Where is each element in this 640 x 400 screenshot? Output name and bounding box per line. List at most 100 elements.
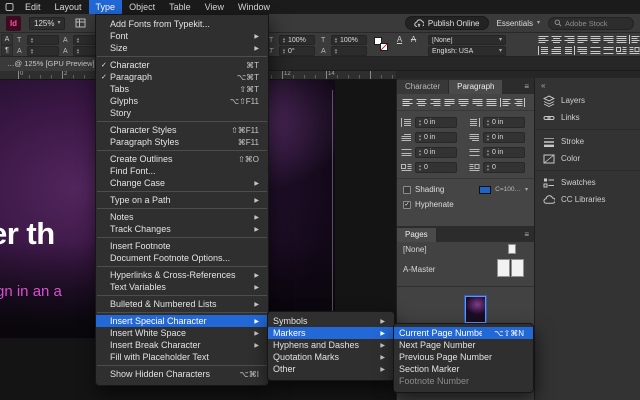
justify-left-icon[interactable] (577, 35, 588, 44)
app-menu-icon[interactable] (0, 0, 18, 14)
menu-table[interactable]: Table (162, 0, 198, 14)
leading-field[interactable]: ▲▼ (27, 46, 59, 56)
justify-all-icon[interactable] (616, 35, 627, 44)
collapse-panels-icon[interactable]: « (541, 81, 545, 90)
submenu-item-symbols[interactable]: Symbols▶ (268, 315, 394, 327)
tab-character[interactable]: Character (397, 80, 449, 94)
style-dropdown[interactable]: [None] ▾ (428, 35, 506, 45)
space-after-field[interactable]: ▲▼0 in (483, 147, 525, 158)
spinner-icon[interactable]: ▲▼ (334, 37, 338, 44)
submenu-item-quotation-marks[interactable]: Quotation Marks▶ (268, 351, 394, 363)
justify-left-button[interactable] (444, 98, 455, 107)
menu-item-insert-footnote[interactable]: Insert Footnote (96, 240, 268, 252)
dock-item-stroke[interactable]: Stroke (535, 133, 640, 150)
fill-stroke-swatches[interactable] (374, 37, 390, 53)
align-right-button[interactable] (430, 98, 441, 107)
master-none-row[interactable]: [None] (397, 242, 534, 256)
first-line-indent-icon[interactable] (551, 46, 562, 55)
workspace-switcher[interactable]: Essentials ▾ (497, 19, 540, 28)
submenu-item-hyphens-and-dashes[interactable]: Hyphens and Dashes▶ (268, 339, 394, 351)
panel-menu-icon[interactable]: ≡ (519, 228, 534, 242)
submenu-item-other[interactable]: Other▶ (268, 363, 394, 375)
justify-center-icon[interactable] (590, 35, 601, 44)
justify-right-icon[interactable] (603, 35, 614, 44)
underline-button[interactable]: A (394, 34, 405, 45)
menu-item-track-changes[interactable]: Track Changes▶ (96, 223, 268, 235)
menu-item-notes[interactable]: Notes▶ (96, 211, 268, 223)
skew-field[interactable]: ▲▼ 0° (279, 46, 315, 56)
drop-cap-chars-field[interactable]: ▲▼0 (483, 162, 525, 173)
align-away-spine-button[interactable] (514, 98, 525, 107)
dock-item-color[interactable]: Color (535, 150, 640, 167)
panel-menu-icon[interactable]: ≡ (519, 80, 534, 94)
justify-all-button[interactable] (486, 98, 497, 107)
menu-item-character[interactable]: ✓Character⌘T (96, 59, 268, 71)
menu-item-fill-with-placeholder-text[interactable]: Fill with Placeholder Text (96, 351, 268, 363)
align-left-button[interactable] (402, 98, 413, 107)
dock-item-links[interactable]: Links (535, 109, 640, 126)
spinner-icon[interactable]: ▲▼ (282, 37, 286, 44)
dock-item-cc-libraries[interactable]: CC Libraries (535, 191, 640, 208)
menu-item-document-footnote-options[interactable]: Document Footnote Options... (96, 252, 268, 264)
spinner-icon[interactable]: ▲▼ (282, 48, 286, 55)
menu-item-insert-special-character[interactable]: Insert Special Character▶ (96, 315, 268, 327)
stock-search[interactable] (548, 17, 634, 30)
menu-item-bulleted-numbered-lists[interactable]: Bulleted & Numbered Lists▶ (96, 298, 268, 310)
align-center-icon[interactable] (551, 35, 562, 44)
spinner-icon[interactable]: ▲▼ (418, 119, 422, 126)
baseline-shift-field[interactable]: ▲▼ (331, 46, 367, 56)
tab-paragraph[interactable]: Paragraph (449, 80, 503, 94)
align-left-icon[interactable] (538, 35, 549, 44)
menu-item-paragraph[interactable]: ✓Paragraph⌥⌘T (96, 71, 268, 83)
menu-window[interactable]: Window (231, 0, 277, 14)
menu-item-size[interactable]: Size▶ (96, 42, 268, 54)
drop-cap-lines-field[interactable]: ▲▼0 (415, 162, 457, 173)
spinner-icon[interactable]: ▲▼ (418, 149, 422, 156)
spinner-icon[interactable]: ▲▼ (30, 37, 34, 44)
align-toward-spine-icon[interactable] (629, 35, 640, 44)
align-center-button[interactable] (416, 98, 427, 107)
space-before-field[interactable]: ▲▼0 in (415, 147, 457, 158)
spinner-icon[interactable]: ▲▼ (486, 134, 490, 141)
menu-item-section-marker[interactable]: Section Marker (394, 363, 533, 375)
menu-item-insert-white-space[interactable]: Insert White Space▶ (96, 327, 268, 339)
drop-cap-chars-icon[interactable] (629, 46, 640, 55)
dock-item-swatches[interactable]: Swatches (535, 174, 640, 191)
submenu-item-markers[interactable]: Markers▶ (268, 327, 394, 339)
last-line-indent-icon[interactable] (577, 46, 588, 55)
justify-right-button[interactable] (472, 98, 483, 107)
menu-item-next-page-number[interactable]: Next Page Number (394, 339, 533, 351)
shading-checkbox[interactable] (403, 186, 411, 194)
drop-cap-lines-icon[interactable] (616, 46, 627, 55)
spinner-icon[interactable]: ▲▼ (418, 164, 422, 171)
align-toward-spine-button[interactable] (500, 98, 511, 107)
spinner-icon[interactable]: ▲▼ (76, 37, 80, 44)
menu-item-glyphs[interactable]: Glyphs⌥⇧F11 (96, 95, 268, 107)
menu-item-find-font[interactable]: Find Font... (96, 165, 268, 177)
menu-item-paragraph-styles[interactable]: Paragraph Styles⌘F11 (96, 136, 268, 148)
shading-color-swatch[interactable] (479, 186, 491, 194)
character-mode-button[interactable]: A (1, 34, 13, 45)
menu-item-font[interactable]: Font▶ (96, 30, 268, 42)
menu-item-create-outlines[interactable]: Create Outlines⇧⌘O (96, 153, 268, 165)
language-dropdown[interactable]: English: USA ▾ (428, 46, 506, 56)
spinner-icon[interactable]: ▲▼ (30, 48, 34, 55)
menu-edit[interactable]: Edit (18, 0, 48, 14)
menu-item-show-hidden-characters[interactable]: Show Hidden Characters⌥⌘I (96, 368, 268, 380)
search-input[interactable] (565, 19, 628, 28)
page-1-thumbnail[interactable] (465, 296, 486, 323)
menu-item-current-page-number[interactable]: Current Page Number⌥⇧⌘N (394, 327, 533, 339)
first-line-indent-field[interactable]: ▲▼0 in (415, 132, 457, 143)
left-indent-field[interactable]: ▲▼0 in (415, 117, 457, 128)
horizontal-scale-field[interactable]: ▲▼ 100% (331, 35, 367, 45)
menu-item-previous-page-number[interactable]: Previous Page Number (394, 351, 533, 363)
strikethrough-button[interactable]: A (408, 34, 419, 45)
paragraph-mode-button[interactable]: ¶ (1, 45, 13, 56)
menu-item-tabs[interactable]: Tabs⇧⌘T (96, 83, 268, 95)
menu-item-type-on-a-path[interactable]: Type on a Path▶ (96, 194, 268, 206)
menu-object[interactable]: Object (122, 0, 162, 14)
right-indent-icon[interactable] (564, 46, 575, 55)
menu-item-hyperlinks-cross-references[interactable]: Hyperlinks & Cross-References▶ (96, 269, 268, 281)
menu-type[interactable]: Type (89, 0, 123, 14)
spinner-icon[interactable]: ▲▼ (486, 164, 490, 171)
